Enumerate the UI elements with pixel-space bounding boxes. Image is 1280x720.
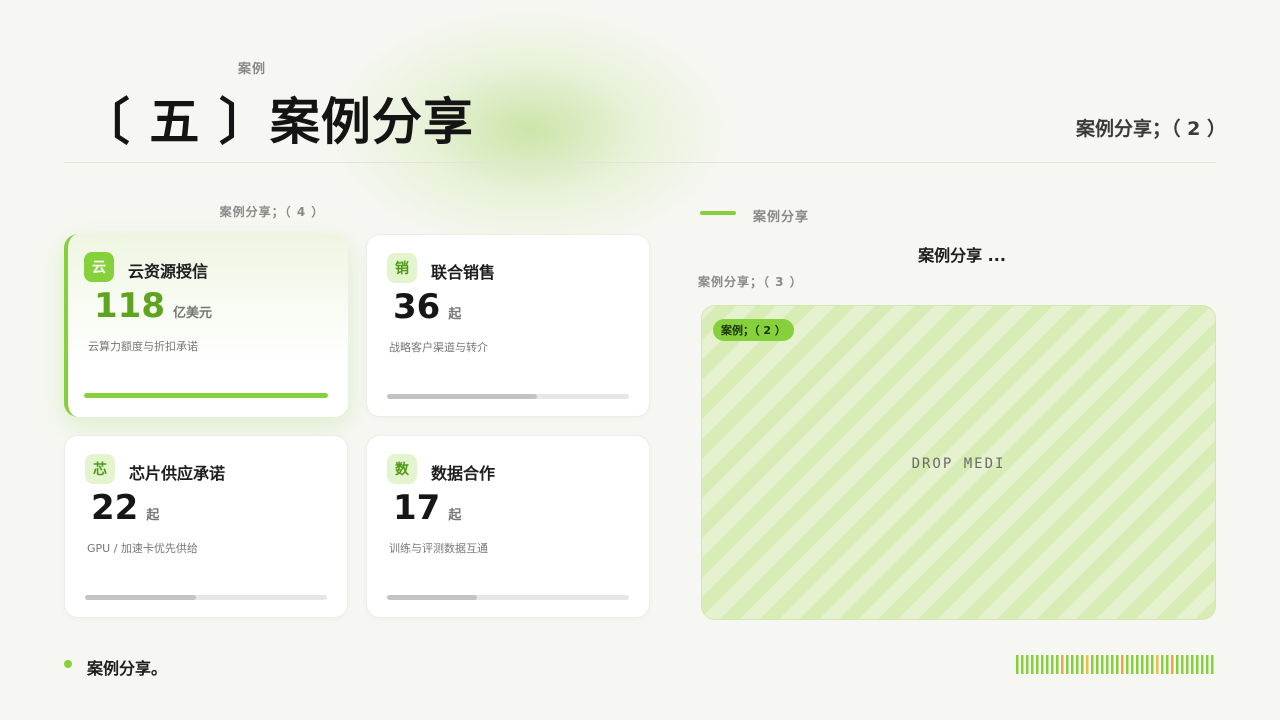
barcode-stripe — [1016, 655, 1019, 674]
barcode-stripe — [1056, 655, 1059, 674]
page-title: 〔 五 〕案例分享 — [80, 93, 474, 151]
barcode-stripe — [1121, 655, 1124, 674]
card-unit: 起 — [146, 508, 160, 523]
card-progress-fill — [85, 595, 197, 600]
barcode-stripe — [1131, 655, 1134, 674]
chip-icon: 芯 — [85, 454, 115, 484]
cards-caption: 案例分享；（ 4 ） — [219, 205, 325, 219]
sales-icon: 销 — [387, 253, 417, 283]
section-accent-bar — [700, 211, 736, 215]
barcode-stripe — [1036, 655, 1039, 674]
card-value: 17 — [393, 488, 441, 528]
card-title: 芯片供应承诺 — [129, 464, 226, 483]
barcode-stripe — [1146, 655, 1149, 674]
barcode-stripe — [1186, 655, 1189, 674]
barcode-stripe — [1166, 655, 1169, 674]
barcode-stripe — [1171, 655, 1174, 674]
data-icon: 数 — [387, 454, 417, 484]
card-value: 36 — [393, 287, 441, 327]
stat-card-joint-sales[interactable]: 销 联合销售 36 起 战略客户渠道与转介 — [366, 234, 650, 417]
barcode-stripe — [1046, 655, 1049, 674]
card-progress-fill — [84, 393, 328, 398]
barcode-decoration — [1016, 655, 1214, 674]
barcode-stripe — [1076, 655, 1079, 674]
barcode-stripe — [1061, 655, 1064, 674]
barcode-stripe — [1031, 655, 1034, 674]
barcode-stripe — [1141, 655, 1144, 674]
card-unit: 亿美元 — [172, 306, 212, 321]
media-caption: 案例分享；（ 3 ） — [698, 275, 803, 289]
barcode-stripe — [1026, 655, 1029, 674]
barcode-stripe — [1021, 655, 1024, 674]
header-case-count: 案例分享；（ 2 ） — [1076, 118, 1226, 140]
card-value: 22 — [91, 488, 139, 528]
card-progress-track — [387, 595, 629, 600]
card-progress-fill — [387, 595, 477, 600]
media-heading: 案例分享 ... — [918, 246, 1006, 265]
cloud-icon: 云 — [84, 252, 114, 282]
barcode-stripe — [1136, 655, 1139, 674]
card-progress-fill — [387, 394, 538, 399]
card-value-row: 36 起 — [393, 287, 461, 327]
footer-note: 案例分享。 — [87, 659, 168, 678]
card-progress-track — [84, 393, 328, 398]
card-description: 训练与评测数据互通 — [389, 542, 488, 555]
section-label: 案例分享 — [753, 210, 810, 225]
barcode-stripe — [1051, 655, 1054, 674]
barcode-stripe — [1096, 655, 1099, 674]
card-description: 战略客户渠道与转介 — [389, 341, 488, 354]
barcode-stripe — [1091, 655, 1094, 674]
barcode-stripe — [1206, 655, 1209, 674]
barcode-stripe — [1101, 655, 1104, 674]
barcode-stripe — [1106, 655, 1109, 674]
barcode-stripe — [1176, 655, 1179, 674]
card-title: 联合销售 — [431, 263, 496, 282]
barcode-stripe — [1066, 655, 1069, 674]
header-eyebrow: 案例 — [238, 62, 267, 77]
barcode-stripe — [1196, 655, 1199, 674]
stat-card-cloud-credit[interactable]: 云 云资源授信 118 亿美元 云算力额度与折扣承诺 — [64, 234, 348, 417]
footer-bullet-icon — [64, 660, 72, 668]
card-unit: 起 — [448, 508, 462, 523]
barcode-stripe — [1111, 655, 1114, 674]
card-description: GPU / 加速卡优先供给 — [87, 542, 198, 555]
drop-zone-placeholder: DROP MEDI — [911, 456, 1006, 472]
barcode-stripe — [1151, 655, 1154, 674]
barcode-stripe — [1211, 655, 1214, 674]
card-value: 118 — [94, 286, 165, 326]
media-drop-zone[interactable]: 案例；（ 2 ） DROP MEDI — [701, 305, 1216, 620]
barcode-stripe — [1161, 655, 1164, 674]
barcode-stripe — [1156, 655, 1159, 674]
barcode-stripe — [1041, 655, 1044, 674]
barcode-stripe — [1191, 655, 1194, 674]
card-value-row: 17 起 — [393, 488, 461, 528]
barcode-stripe — [1086, 655, 1089, 674]
barcode-stripe — [1081, 655, 1084, 674]
card-title: 云资源授信 — [128, 262, 209, 281]
barcode-stripe — [1201, 655, 1204, 674]
stat-card-data-cooperation[interactable]: 数 数据合作 17 起 训练与评测数据互通 — [366, 435, 650, 618]
card-unit: 起 — [448, 307, 462, 322]
barcode-stripe — [1181, 655, 1184, 674]
card-title: 数据合作 — [431, 464, 496, 483]
barcode-stripe — [1126, 655, 1129, 674]
header-divider — [64, 162, 1216, 163]
card-progress-track — [387, 394, 629, 399]
stat-card-chip-supply[interactable]: 芯 芯片供应承诺 22 起 GPU / 加速卡优先供给 — [64, 435, 348, 618]
card-value-row: 22 起 — [91, 488, 159, 528]
barcode-stripe — [1071, 655, 1074, 674]
card-value-row: 118 亿美元 — [94, 286, 212, 326]
barcode-stripe — [1116, 655, 1119, 674]
drop-zone-badge: 案例；（ 2 ） — [713, 319, 794, 341]
card-progress-track — [85, 595, 327, 600]
card-description: 云算力额度与折扣承诺 — [88, 340, 198, 353]
